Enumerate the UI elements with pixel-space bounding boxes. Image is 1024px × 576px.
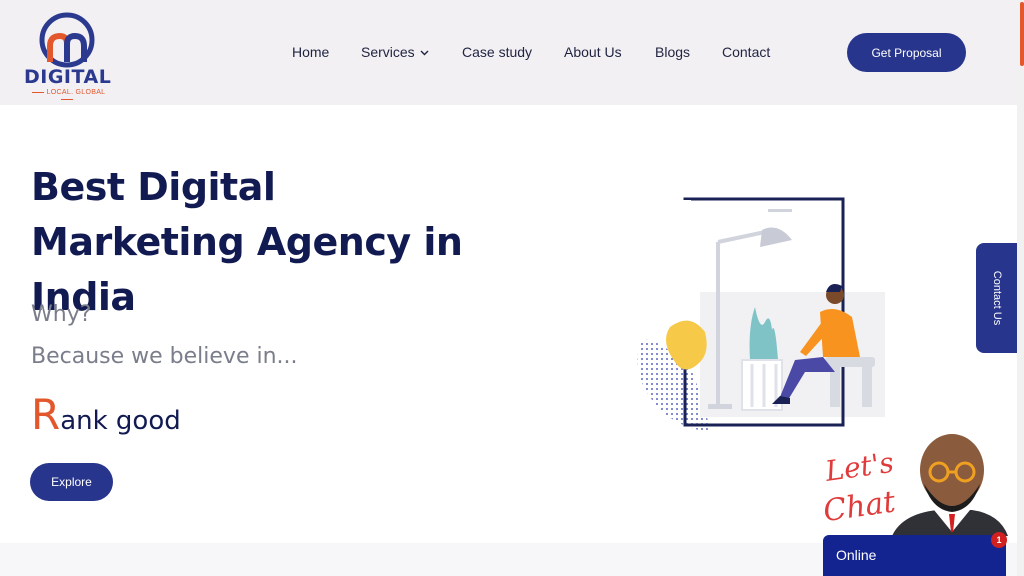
site-header: DIGITAL LOCAL. GLOBAL Home Services Case… (0, 0, 1017, 105)
hero-why: Why? (31, 302, 92, 327)
lets-chat-text-line2: Chat (822, 484, 898, 529)
chat-notification-badge: 1 (991, 532, 1007, 548)
chat-status: Online (836, 547, 877, 563)
brand-logo[interactable]: DIGITAL LOCAL. GLOBAL (22, 10, 112, 96)
chat-widget-bar[interactable]: Online (823, 535, 1006, 576)
nav-services[interactable]: Services (361, 44, 429, 60)
nav-contact[interactable]: Contact (722, 44, 770, 60)
logo-mark-icon (39, 12, 95, 68)
hero-because: Because we believe in... (31, 344, 298, 369)
get-proposal-button[interactable]: Get Proposal (847, 33, 966, 72)
nav-services-label: Services (361, 44, 415, 60)
hero-rotating-initial: R (31, 390, 61, 439)
nav-blogs[interactable]: Blogs (655, 44, 690, 60)
hero-title: Best Digital Marketing Agency in India (31, 165, 463, 319)
explore-button[interactable]: Explore (30, 463, 113, 501)
lets-chat-avatar-icon[interactable]: Let's Chat (822, 432, 1012, 536)
nav-about-us[interactable]: About Us (564, 44, 622, 60)
contact-us-label: Contact Us (990, 270, 1003, 326)
contact-us-tab[interactable]: Contact Us (976, 243, 1017, 353)
hero-rotating-text: Rank good (31, 390, 181, 439)
hero-illustration (637, 197, 885, 432)
nav-case-study[interactable]: Case study (462, 44, 532, 60)
lets-chat-text-line1: Let's (822, 446, 895, 488)
logo-tagline: LOCAL. GLOBAL (24, 89, 110, 103)
hero-rotating-rest: ank good (60, 406, 181, 436)
nav-home[interactable]: Home (292, 44, 329, 60)
page-scrollbar[interactable] (1017, 0, 1024, 576)
chevron-down-icon (420, 50, 429, 56)
logo-wordmark: DIGITAL (24, 66, 112, 88)
scrollbar-thumb[interactable] (1020, 2, 1024, 66)
